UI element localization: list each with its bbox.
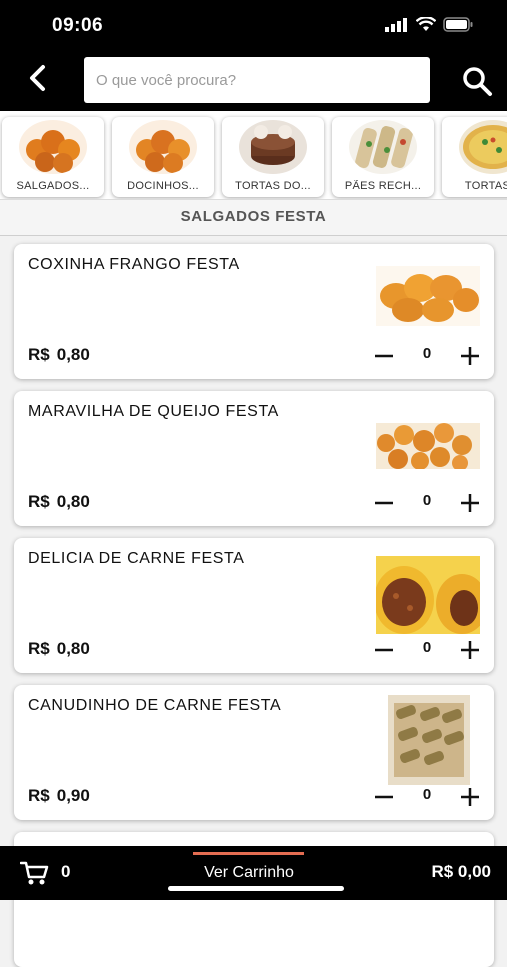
view-cart-button[interactable]: Ver Carrinho [186, 846, 312, 900]
section-title: SALGADOS FESTA [0, 199, 507, 236]
product-name: COXINHA FRANGO FESTA [28, 256, 240, 273]
minus-icon[interactable] [372, 637, 396, 661]
plus-icon[interactable] [458, 490, 482, 514]
cart-icon[interactable] [20, 860, 50, 886]
tortas-salgadas-thumb [459, 120, 507, 174]
minus-icon[interactable] [372, 784, 396, 808]
category-docinhos[interactable]: DOCINHOS... [112, 117, 214, 197]
currency-symbol: R$ [28, 639, 50, 658]
status-bar: 09:06 [0, 0, 507, 50]
minus-icon[interactable] [372, 343, 396, 367]
product-price: R$ 0,80 [28, 492, 90, 512]
price-value: 0,80 [56, 345, 90, 364]
product-name: DELICIA DE CARNE FESTA [28, 550, 245, 567]
product-name: CANUDINHO DE CARNE FESTA [28, 697, 282, 714]
quantity-stepper[interactable]: 0 [372, 784, 482, 808]
product-card[interactable]: COXINHA FRANGO FESTA R$ 0,80 0 [14, 244, 494, 379]
search-input[interactable] [84, 57, 430, 103]
delicia-carne-image [376, 556, 480, 634]
quantity-value: 0 [422, 786, 432, 803]
category-tortas-salgadas[interactable]: TORTAS S [442, 117, 507, 197]
product-card[interactable]: CANUDINHO DE CARNE FESTA R$ 0,90 0 [14, 685, 494, 820]
quantity-stepper[interactable]: 0 [372, 637, 482, 661]
paes-recheados-thumb [349, 120, 417, 174]
minus-icon[interactable] [372, 490, 396, 514]
plus-icon[interactable] [458, 784, 482, 808]
currency-symbol: R$ [28, 345, 50, 364]
category-label: PÃES RECH... [344, 180, 422, 192]
back-chevron-icon[interactable] [22, 62, 54, 94]
quantity-value: 0 [422, 492, 432, 509]
category-tortas-doces[interactable]: TORTAS DO... [222, 117, 324, 197]
category-label: TORTAS S [464, 180, 507, 192]
tortas-doces-thumb [239, 120, 307, 174]
product-card[interactable]: DELICIA DE CARNE FESTA R$ 0,80 0 [14, 538, 494, 673]
quantity-stepper[interactable]: 0 [372, 490, 482, 514]
cart-count: 0 [61, 862, 71, 881]
product-price: R$ 0,80 [28, 639, 90, 659]
product-price: R$ 0,80 [28, 345, 90, 365]
docinhos-thumb [129, 120, 197, 174]
category-strip[interactable]: SALGADOS... DOCINHOS... TORTAS DO... PÃE… [0, 111, 507, 199]
product-name: MARAVILHA DE QUEIJO FESTA [28, 403, 279, 420]
price-value: 0,80 [56, 639, 90, 658]
category-salgados[interactable]: SALGADOS... [2, 117, 104, 197]
coxinha-thumb [19, 120, 87, 174]
wifi-icon [416, 17, 436, 31]
quantity-stepper[interactable]: 0 [372, 343, 482, 367]
price-value: 0,80 [56, 492, 90, 511]
battery-icon [443, 17, 473, 32]
signal-icon [385, 17, 407, 32]
quantity-value: 0 [422, 639, 432, 656]
cart-total: R$ 0,00 [431, 862, 491, 881]
category-paes-recheados[interactable]: PÃES RECH... [332, 117, 434, 197]
home-indicator[interactable] [168, 886, 344, 891]
status-icons [385, 17, 473, 32]
plus-icon[interactable] [458, 637, 482, 661]
currency-symbol: R$ [28, 786, 50, 805]
product-card[interactable]: MARAVILHA DE QUEIJO FESTA R$ 0,80 0 [14, 391, 494, 526]
category-label: SALGADOS... [16, 180, 90, 192]
category-label: DOCINHOS... [127, 180, 199, 192]
status-time: 09:06 [52, 15, 104, 36]
search-icon[interactable] [460, 64, 494, 98]
coxinha-image [376, 266, 480, 326]
top-bar: 09:06 [0, 0, 507, 111]
canudinho-image [388, 695, 470, 785]
bolinha-queijo-image [376, 423, 480, 469]
currency-symbol: R$ [28, 492, 50, 511]
category-label: TORTAS DO... [235, 180, 311, 192]
quantity-value: 0 [422, 345, 432, 362]
product-price: R$ 0,90 [28, 786, 90, 806]
plus-icon[interactable] [458, 343, 482, 367]
cart-bar: 0 Ver Carrinho R$ 0,00 [0, 846, 507, 900]
price-value: 0,90 [56, 786, 90, 805]
